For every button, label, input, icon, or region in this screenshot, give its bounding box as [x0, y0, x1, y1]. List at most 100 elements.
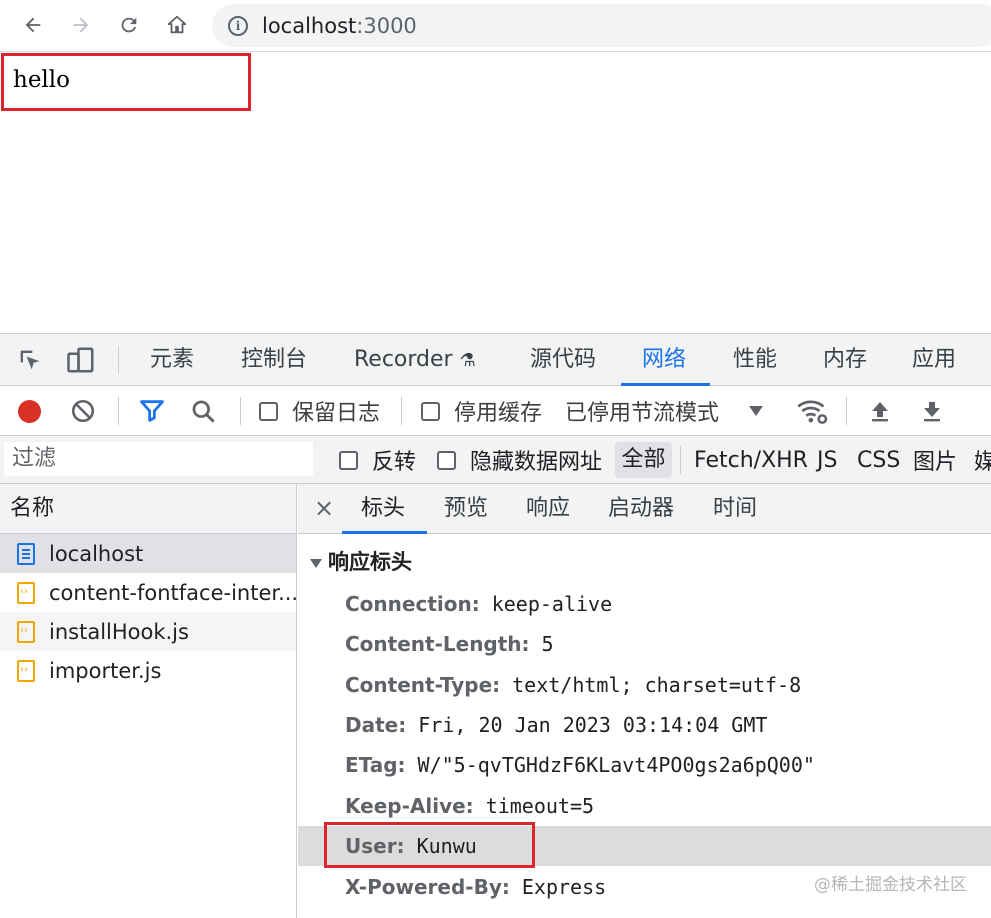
column-header-name[interactable]: 名称 [0, 484, 296, 534]
header-value: 5 [542, 632, 554, 656]
highlight-box-user-header [324, 822, 535, 868]
filter-type-media[interactable]: 媒 [974, 436, 991, 484]
filter-type-js[interactable]: JS [817, 436, 837, 484]
header-name: Content-Length: [345, 632, 530, 656]
header-row: Date: Fri, 20 Jan 2023 03:14:04 GMT [298, 705, 991, 745]
tab-divider [118, 346, 119, 374]
dropdown-arrow-icon [749, 406, 763, 416]
header-name: Connection: [345, 592, 480, 616]
forward-button[interactable] [64, 8, 98, 42]
back-icon [22, 14, 44, 36]
response-headers-toggle[interactable]: 响应标头 [310, 546, 412, 576]
devtools-tabbar: 元素 控制台 Recorder ⚗ 源代码 网络 性能 内存 应用 [0, 334, 991, 386]
tab-elements[interactable]: 元素 [150, 334, 194, 385]
tab-timing[interactable]: 时间 [713, 484, 757, 533]
header-value: W/"5-qvTGHdzF6KLavt4PO0gs2a6pQ00" [418, 753, 815, 777]
address-bar[interactable]: i localhost:3000 [212, 4, 991, 47]
filter-type-img[interactable]: 图片 [913, 436, 957, 484]
header-row: ETag: W/"5-qvTGHdzF6KLavt4PO0gs2a6pQ00" [298, 745, 991, 785]
tab-headers[interactable]: 标头 [361, 484, 405, 533]
request-row[interactable]: content-fontface-inter... [0, 573, 296, 612]
filter-divider [680, 446, 681, 474]
request-name: installHook.js [49, 620, 189, 644]
section-title: 响应标头 [328, 550, 412, 574]
hide-data-urls-label: 隐藏数据网址 [470, 444, 602, 476]
tab-application[interactable]: 应用 [912, 334, 956, 385]
checkbox-icon [437, 451, 456, 470]
tab-initiator[interactable]: 启动器 [608, 484, 674, 533]
checkbox-icon [339, 451, 358, 470]
tab-sources[interactable]: 源代码 [530, 334, 596, 385]
filter-input[interactable]: 过滤 [4, 442, 313, 476]
network-conditions-button[interactable] [796, 386, 828, 436]
header-name: Keep-Alive: [345, 794, 474, 818]
throttling-select[interactable]: 已停用节流模式 [565, 386, 763, 436]
script-file-icon [17, 660, 35, 682]
filter-icon [138, 397, 166, 425]
filter-type-all[interactable]: 全部 [615, 442, 672, 478]
watermark: @稀土掘金技术社区 [814, 870, 967, 895]
request-row[interactable]: localhost [0, 534, 296, 573]
clear-button[interactable] [70, 386, 96, 436]
toolbar-divider [240, 397, 241, 425]
export-har-button[interactable] [920, 386, 944, 436]
highlight-box-hello [1, 53, 251, 111]
preserve-log-checkbox[interactable]: 保留日志 [259, 386, 380, 436]
disable-cache-label: 停用缓存 [454, 395, 542, 427]
header-value: text/html; charset=utf-8 [512, 673, 801, 697]
cursor-select-icon [16, 346, 44, 374]
reload-icon [118, 14, 140, 36]
filter-bar: 过滤 反转 隐藏数据网址 全部 Fetch/XHR JS CSS 图片 媒 [0, 436, 991, 484]
invert-label: 反转 [372, 444, 416, 476]
device-toolbar-button[interactable] [66, 334, 96, 385]
active-detail-tab-indicator [342, 531, 427, 534]
filter-type-fetch-xhr[interactable]: Fetch/XHR [694, 436, 808, 484]
browser-toolbar: i localhost:3000 [0, 0, 991, 52]
back-button[interactable] [16, 8, 50, 42]
home-icon [166, 14, 188, 36]
expand-triangle-icon [310, 559, 322, 568]
forward-icon [70, 14, 92, 36]
header-value: Express [522, 875, 606, 899]
download-icon [920, 398, 944, 424]
record-button[interactable] [18, 386, 41, 436]
clear-icon [70, 398, 96, 424]
inspect-element-button[interactable] [16, 334, 44, 385]
header-value: timeout=5 [486, 794, 594, 818]
header-value: Fri, 20 Jan 2023 03:14:04 GMT [418, 713, 767, 737]
filter-toggle-button[interactable] [138, 386, 166, 436]
home-button[interactable] [160, 8, 194, 42]
request-row[interactable]: installHook.js [0, 612, 296, 651]
header-name: ETag: [345, 753, 406, 777]
tab-memory[interactable]: 内存 [823, 334, 867, 385]
reload-button[interactable] [112, 8, 146, 42]
tab-network[interactable]: 网络 [642, 334, 686, 385]
header-name: Content-Type: [345, 673, 500, 697]
throttling-label: 已停用节流模式 [565, 395, 719, 427]
header-row: Content-Length: 5 [298, 624, 991, 664]
checkbox-icon [421, 402, 440, 421]
hide-data-urls-checkbox[interactable]: 隐藏数据网址 [437, 436, 602, 484]
search-button[interactable] [190, 386, 217, 436]
tab-response[interactable]: 响应 [526, 484, 570, 533]
invert-checkbox[interactable]: 反转 [339, 436, 416, 484]
info-icon[interactable]: i [228, 16, 248, 36]
disable-cache-checkbox[interactable]: 停用缓存 [421, 386, 542, 436]
document-icon [17, 543, 35, 565]
toolbar-divider [118, 397, 119, 425]
filter-type-css[interactable]: CSS [857, 436, 900, 484]
close-icon[interactable]: × [314, 484, 334, 533]
import-har-button[interactable] [868, 386, 892, 436]
search-icon [190, 398, 217, 425]
network-toolbar: 保留日志 停用缓存 已停用节流模式 [0, 386, 991, 436]
checkbox-icon [259, 402, 278, 421]
tab-console[interactable]: 控制台 [241, 334, 307, 385]
tab-preview[interactable]: 预览 [444, 484, 488, 533]
request-list: 名称 localhost content-fontface-inter... i… [0, 484, 297, 918]
tab-performance[interactable]: 性能 [733, 334, 777, 385]
header-row: Content-Type: text/html; charset=utf-8 [298, 665, 991, 705]
tab-recorder[interactable]: Recorder ⚗ [354, 334, 476, 385]
device-icon [66, 345, 96, 375]
script-file-icon [17, 582, 35, 604]
request-row[interactable]: importer.js [0, 651, 296, 690]
